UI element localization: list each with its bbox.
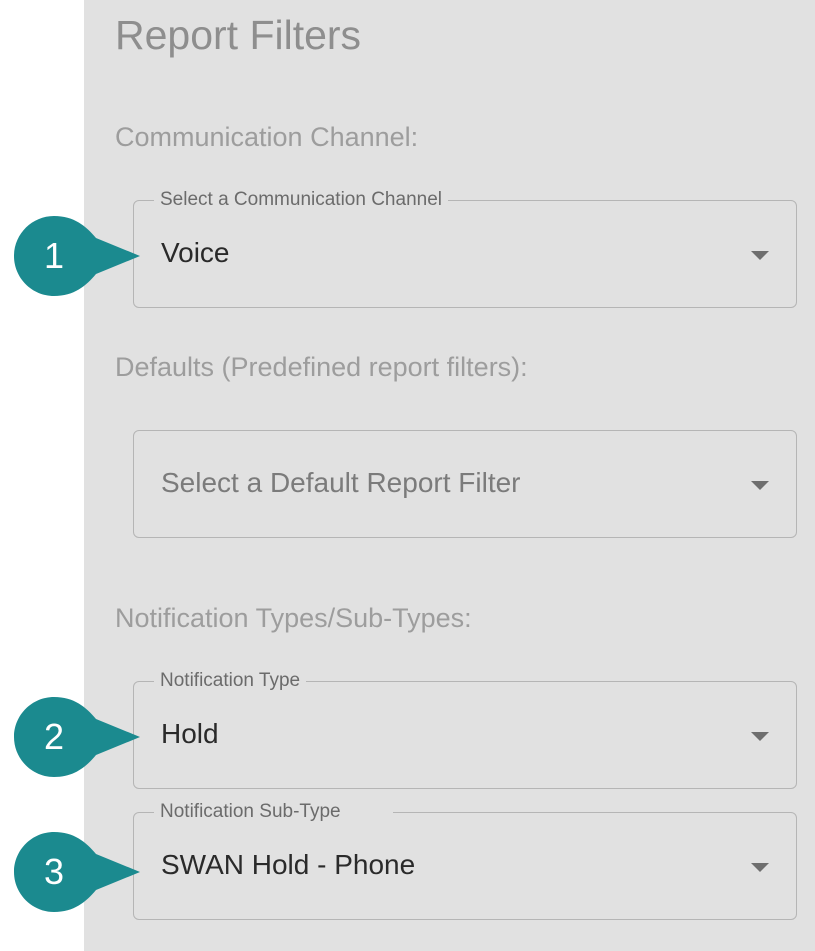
notification-type-select[interactable]: Notification Type Hold [133, 668, 797, 789]
caret-down-icon[interactable] [751, 481, 769, 490]
caret-down-icon[interactable] [751, 251, 769, 260]
callout-marker-1: 1 [14, 216, 142, 296]
caret-down-icon[interactable] [751, 863, 769, 872]
notification-subtype-value: SWAN Hold - Phone [161, 849, 416, 880]
page-title: Report Filters [115, 12, 362, 58]
default-report-filter-select[interactable]: Select a Default Report Filter [133, 430, 797, 538]
notification-types-label: Notification Types/Sub-Types: [115, 603, 472, 633]
communication-channel-label: Communication Channel: [115, 122, 419, 152]
defaults-label: Defaults (Predefined report filters): [115, 352, 528, 382]
notification-type-legend: Notification Type [154, 668, 307, 694]
callout-number: 1 [43, 235, 65, 276]
callout-number: 2 [43, 716, 65, 757]
notification-subtype-legend: Notification Sub-Type [154, 799, 393, 825]
notification-subtype-select[interactable]: Notification Sub-Type SWAN Hold - Phone [133, 799, 797, 920]
notification-type-value: Hold [161, 718, 219, 749]
caret-down-icon[interactable] [751, 732, 769, 741]
default-report-filter-placeholder: Select a Default Report Filter [161, 467, 521, 498]
communication-channel-value: Voice [161, 237, 230, 268]
communication-channel-select[interactable]: Select a Communication Channel Voice [133, 187, 797, 308]
callout-marker-2: 2 [14, 697, 142, 777]
callout-number: 3 [43, 851, 65, 892]
callout-marker-3: 3 [14, 832, 142, 912]
communication-channel-legend: Select a Communication Channel [154, 187, 448, 213]
